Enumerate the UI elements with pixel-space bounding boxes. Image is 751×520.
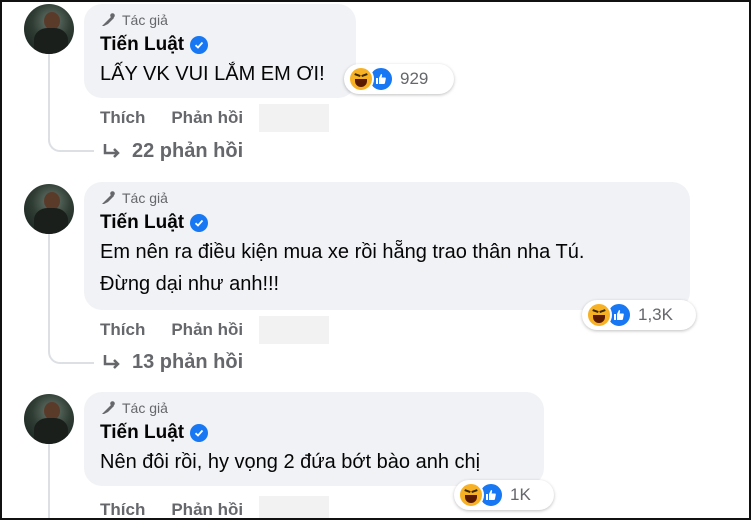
comment-line: Đừng dại như anh!!! (100, 273, 280, 295)
reaction-count: 1,3K (638, 305, 673, 324)
haha-reaction-icon (348, 66, 374, 92)
haha-reaction-icon (586, 302, 612, 328)
verified-badge-icon (190, 214, 209, 232)
reaction-count: 929 (400, 69, 429, 88)
comment-bubble: Tác giả Tiến Luật LẤY VK VUI LẮM EM ƠI! (84, 4, 356, 98)
avatar[interactable] (24, 4, 74, 54)
replies-count-label: 22 phản hồi (132, 140, 244, 162)
comment-line: Nên đôi rồi, hy vọng 2 đứa bớt bào anh c… (100, 451, 481, 473)
author-tag-label: Tác giả (122, 400, 168, 416)
timestamp-blurred (259, 316, 330, 344)
reactions-summary[interactable]: 929 (344, 64, 454, 94)
thread-line (48, 54, 50, 132)
view-replies-link[interactable]: 22 phản hồi (102, 140, 243, 163)
haha-reaction-icon (458, 482, 484, 508)
comment-bubble: Tác giả Tiến Luật Nên đôi rồi, hy vọng 2… (84, 392, 544, 486)
comment-actions: Thích Phản hồi (100, 496, 330, 518)
like-button[interactable]: Thích (100, 500, 145, 518)
comment-text: Em nên ra điều kiện mua xe rồi hẵng trao… (100, 236, 672, 300)
like-button[interactable]: Thích (100, 108, 145, 128)
comment-line: LẤY VK VUI LẮM EM ƠI! (100, 63, 325, 85)
thread-line (48, 234, 50, 346)
reply-arrow-icon (103, 143, 120, 158)
comment-text: LẤY VK VUI LẮM EM ƠI! (100, 58, 338, 90)
author-tag-label: Tác giả (122, 190, 168, 206)
reply-button[interactable]: Phản hồi (171, 108, 243, 128)
timestamp-blurred (259, 104, 330, 132)
reply-button[interactable]: Phản hồi (171, 320, 243, 340)
comment-actions: Thích Phản hồi (100, 316, 330, 344)
author-badge: Tác giả (100, 10, 338, 30)
microphone-pen-icon (102, 401, 115, 414)
commenter-name[interactable]: Tiến Luật (100, 34, 184, 56)
replies-count-label: 13 phản hồi (132, 351, 244, 373)
microphone-pen-icon (102, 191, 115, 204)
author-tag-label: Tác giả (122, 12, 168, 28)
author-badge: Tác giả (100, 398, 526, 418)
commenter-name[interactable]: Tiến Luật (100, 422, 184, 444)
thread-connector (48, 132, 94, 152)
commenter-name[interactable]: Tiến Luật (100, 212, 184, 234)
reply-button[interactable]: Phản hồi (171, 500, 243, 518)
thread-connector (48, 344, 94, 364)
reaction-count: 1K (510, 485, 531, 504)
reply-arrow-icon (103, 354, 120, 369)
verified-badge-icon (190, 36, 209, 54)
author-badge: Tác giả (100, 188, 672, 208)
comment-text: Nên đôi rồi, hy vọng 2 đứa bớt bào anh c… (100, 446, 526, 478)
avatar[interactable] (24, 394, 74, 444)
timestamp-blurred (259, 496, 330, 518)
microphone-pen-icon (102, 13, 115, 26)
reactions-summary[interactable]: 1,3K (582, 300, 696, 330)
comment-bubble: Tác giả Tiến Luật Em nên ra điều kiện mu… (84, 182, 690, 310)
comment-actions: Thích Phản hồi (100, 104, 330, 132)
comment-thread-panel: Tác giả Tiến Luật LẤY VK VUI LẮM EM ƠI! … (0, 0, 751, 520)
avatar[interactable] (24, 184, 74, 234)
reactions-summary[interactable]: 1K (454, 480, 554, 510)
thread-line (48, 444, 50, 518)
like-button[interactable]: Thích (100, 320, 145, 340)
verified-badge-icon (190, 424, 209, 442)
comment-line: Em nên ra điều kiện mua xe rồi hẵng trao… (100, 241, 585, 263)
view-replies-link[interactable]: 13 phản hồi (102, 351, 243, 374)
